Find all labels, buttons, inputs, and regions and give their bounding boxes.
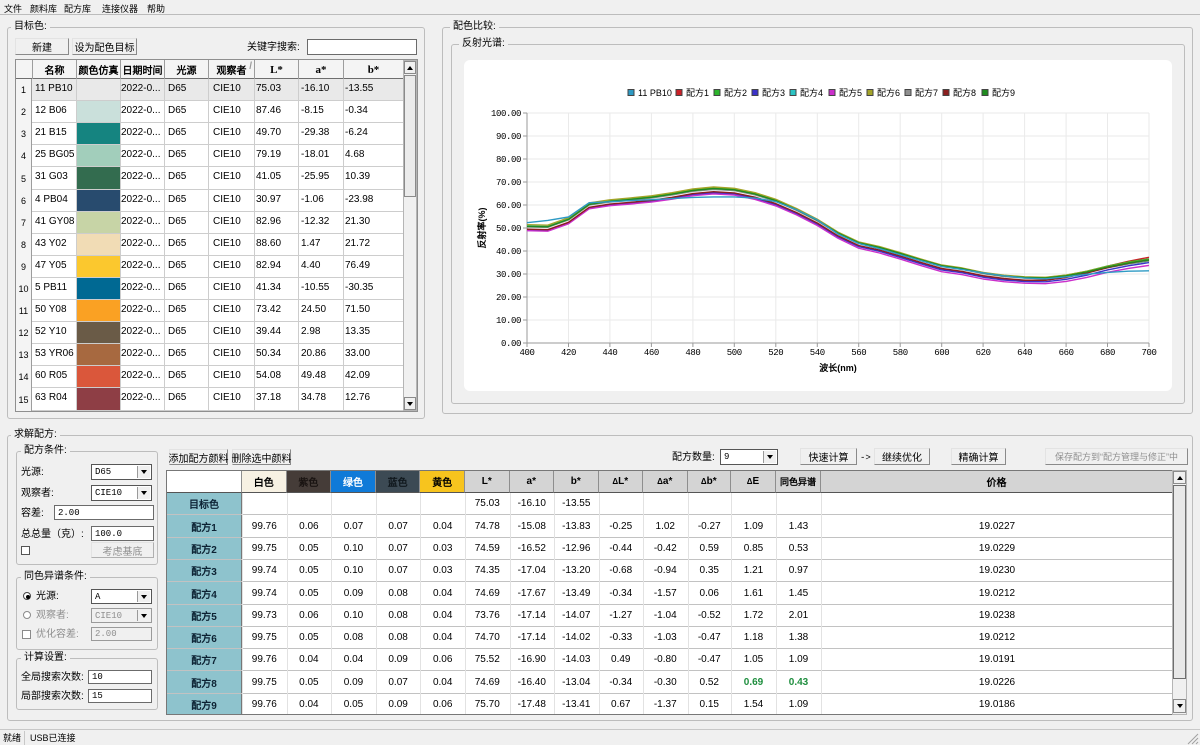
svg-text:80.00: 80.00 (496, 155, 521, 165)
svg-text:660: 660 (1059, 348, 1074, 358)
svg-text:60.00: 60.00 (496, 201, 521, 211)
svg-text:40.00: 40.00 (496, 247, 521, 257)
svg-text:100.00: 100.00 (491, 109, 521, 119)
svg-text:配方9: 配方9 (992, 87, 1015, 98)
svg-text:640: 640 (1017, 348, 1032, 358)
svg-text:520: 520 (768, 348, 783, 358)
svg-text:540: 540 (810, 348, 825, 358)
svg-text:20.00: 20.00 (496, 293, 521, 303)
svg-text:配方1: 配方1 (686, 87, 709, 98)
svg-text:波长(nm): 波长(nm) (819, 362, 857, 373)
svg-text:90.00: 90.00 (496, 132, 521, 142)
svg-text:配方2: 配方2 (724, 87, 747, 98)
svg-text:420: 420 (561, 348, 576, 358)
svg-text:0.00: 0.00 (501, 339, 521, 349)
svg-text:反射率(%): 反射率(%) (476, 208, 487, 249)
svg-text:460: 460 (644, 348, 659, 358)
svg-text:440: 440 (602, 348, 617, 358)
svg-text:配方3: 配方3 (762, 87, 785, 98)
svg-text:配方8: 配方8 (953, 87, 976, 98)
svg-text:配方6: 配方6 (877, 87, 900, 98)
svg-text:560: 560 (851, 348, 866, 358)
svg-text:620: 620 (976, 348, 991, 358)
svg-text:400: 400 (519, 348, 534, 358)
svg-text:680: 680 (1100, 348, 1115, 358)
svg-text:480: 480 (685, 348, 700, 358)
svg-text:70.00: 70.00 (496, 178, 521, 188)
svg-text:600: 600 (934, 348, 949, 358)
svg-text:580: 580 (893, 348, 908, 358)
svg-text:10.00: 10.00 (496, 316, 521, 326)
svg-text:配方4: 配方4 (800, 87, 823, 98)
svg-text:500: 500 (727, 348, 742, 358)
svg-text:50.00: 50.00 (496, 224, 521, 234)
svg-text:11 PB10: 11 PB10 (638, 88, 672, 98)
svg-text:配方5: 配方5 (839, 87, 862, 98)
svg-text:30.00: 30.00 (496, 270, 521, 280)
svg-text:配方7: 配方7 (915, 87, 938, 98)
svg-text:700: 700 (1141, 348, 1156, 358)
